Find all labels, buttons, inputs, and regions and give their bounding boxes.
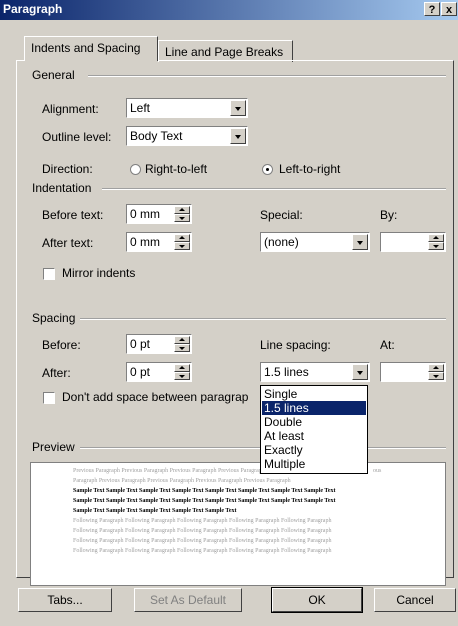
special-dropdown[interactable]: (none): [260, 232, 370, 252]
title-bar: Paragraph ? x: [0, 0, 458, 20]
outline-level-value: Body Text: [130, 129, 183, 143]
outline-level-dropdown[interactable]: Body Text: [126, 126, 248, 146]
by-spinner[interactable]: [428, 234, 444, 250]
preview-previous-line: Paragraph Previous Paragraph Previous Pa…: [73, 478, 291, 484]
chevron-down-icon[interactable]: [352, 364, 368, 380]
spacing-before-value: 0 pt: [130, 337, 151, 351]
spin-down-icon[interactable]: [428, 242, 444, 250]
left-to-right-label[interactable]: Left-to-right: [279, 162, 340, 176]
by-label: By:: [380, 208, 398, 222]
spacing-before-spinner[interactable]: [174, 336, 190, 352]
listbox-option-1-5-lines[interactable]: 1.5 lines: [262, 401, 366, 415]
tab-indents-and-spacing[interactable]: Indents and Spacing: [24, 36, 158, 61]
spin-down-icon[interactable]: [174, 344, 190, 352]
spacing-group-label: Spacing: [32, 311, 76, 325]
divider: [88, 75, 446, 77]
line-spacing-listbox[interactable]: Single 1.5 lines Double At least Exactly…: [260, 385, 368, 474]
spacing-after-spinner[interactable]: [174, 364, 190, 380]
dont-add-space-label[interactable]: Don't add space between paragrap: [62, 390, 248, 404]
alignment-dropdown[interactable]: Left: [126, 98, 248, 118]
direction-label: Direction:: [42, 162, 93, 176]
preview-previous-tail: ous: [373, 468, 382, 474]
line-spacing-value: 1.5 lines: [264, 365, 309, 379]
divider: [80, 318, 446, 320]
close-button[interactable]: x: [441, 2, 457, 16]
indentation-group-label: Indentation: [32, 181, 92, 195]
alignment-value: Left: [130, 101, 151, 115]
tab-line-and-page-breaks[interactable]: Line and Page Breaks: [158, 40, 293, 62]
listbox-option-at-least[interactable]: At least: [262, 429, 366, 443]
alignment-label: Alignment:: [42, 102, 99, 116]
after-text-input[interactable]: 0 mm: [126, 232, 192, 252]
spacing-after-value: 0 pt: [130, 365, 151, 379]
preview-group-label: Preview: [32, 440, 75, 454]
spin-up-icon[interactable]: [174, 206, 190, 214]
after-text-value: 0 mm: [130, 235, 160, 249]
listbox-option-multiple[interactable]: Multiple: [262, 457, 366, 471]
preview-sample-line: Sample Text Sample Text Sample Text Samp…: [73, 488, 336, 494]
spacing-before-input[interactable]: 0 pt: [126, 334, 192, 354]
help-button[interactable]: ?: [424, 2, 440, 16]
right-to-left-label[interactable]: Right-to-left: [145, 162, 207, 176]
radio-right-to-left[interactable]: [130, 164, 141, 175]
spacing-after-input[interactable]: 0 pt: [126, 362, 192, 382]
before-text-spinner[interactable]: [174, 206, 190, 222]
before-text-label: Before text:: [42, 208, 104, 222]
preview-pane: Previous Paragraph Previous Paragraph Pr…: [30, 462, 446, 586]
at-input[interactable]: [380, 362, 446, 382]
tabs-button[interactable]: Tabs...: [18, 588, 112, 612]
at-label: At:: [380, 338, 395, 352]
preview-following-line: Following Paragraph Following Paragraph …: [73, 538, 332, 544]
chevron-down-icon[interactable]: [230, 128, 246, 144]
tab-label: Line and Page Breaks: [165, 45, 284, 59]
preview-following-line: Following Paragraph Following Paragraph …: [73, 528, 332, 534]
mirror-indents-checkbox[interactable]: [43, 268, 55, 280]
mirror-indents-label[interactable]: Mirror indents: [62, 266, 135, 280]
before-text-value: 0 mm: [130, 207, 160, 221]
set-as-default-button[interactable]: Set As Default: [134, 588, 242, 612]
listbox-option-double[interactable]: Double: [262, 415, 366, 429]
dont-add-space-checkbox[interactable]: [43, 392, 55, 404]
by-input[interactable]: [380, 232, 446, 252]
outline-level-label: Outline level:: [42, 130, 112, 144]
preview-following-line: Following Paragraph Following Paragraph …: [73, 548, 332, 554]
spin-up-icon[interactable]: [174, 234, 190, 242]
spin-up-icon[interactable]: [428, 364, 444, 372]
spin-up-icon[interactable]: [174, 364, 190, 372]
special-label: Special:: [260, 208, 303, 222]
after-text-label: After text:: [42, 236, 94, 250]
preview-following-line: Following Paragraph Following Paragraph …: [73, 518, 332, 524]
spin-down-icon[interactable]: [428, 372, 444, 380]
spin-down-icon[interactable]: [174, 372, 190, 380]
spacing-before-label: Before:: [42, 338, 81, 352]
spin-down-icon[interactable]: [174, 214, 190, 222]
spin-up-icon[interactable]: [428, 234, 444, 242]
divider: [102, 188, 446, 190]
ok-button[interactable]: OK: [271, 587, 363, 613]
chevron-down-icon[interactable]: [230, 100, 246, 116]
spin-up-icon[interactable]: [174, 336, 190, 344]
listbox-option-single[interactable]: Single: [262, 387, 366, 401]
tab-label: Indents and Spacing: [31, 41, 141, 55]
preview-sample-line: Sample Text Sample Text Sample Text Samp…: [73, 508, 237, 514]
preview-previous-line: Previous Paragraph Previous Paragraph Pr…: [73, 468, 265, 474]
special-value: (none): [264, 235, 299, 249]
spacing-after-label: After:: [42, 366, 71, 380]
general-group-label: General: [32, 68, 75, 82]
line-spacing-label: Line spacing:: [260, 338, 331, 352]
preview-sample-line: Sample Text Sample Text Sample Text Samp…: [73, 498, 336, 504]
line-spacing-dropdown[interactable]: 1.5 lines: [260, 362, 370, 382]
cancel-button[interactable]: Cancel: [374, 588, 456, 612]
at-spinner[interactable]: [428, 364, 444, 380]
after-text-spinner[interactable]: [174, 234, 190, 250]
spin-down-icon[interactable]: [174, 242, 190, 250]
radio-left-to-right[interactable]: [262, 164, 273, 175]
before-text-input[interactable]: 0 mm: [126, 204, 192, 224]
listbox-option-exactly[interactable]: Exactly: [262, 443, 366, 457]
chevron-down-icon[interactable]: [352, 234, 368, 250]
window-title: Paragraph: [3, 2, 63, 16]
